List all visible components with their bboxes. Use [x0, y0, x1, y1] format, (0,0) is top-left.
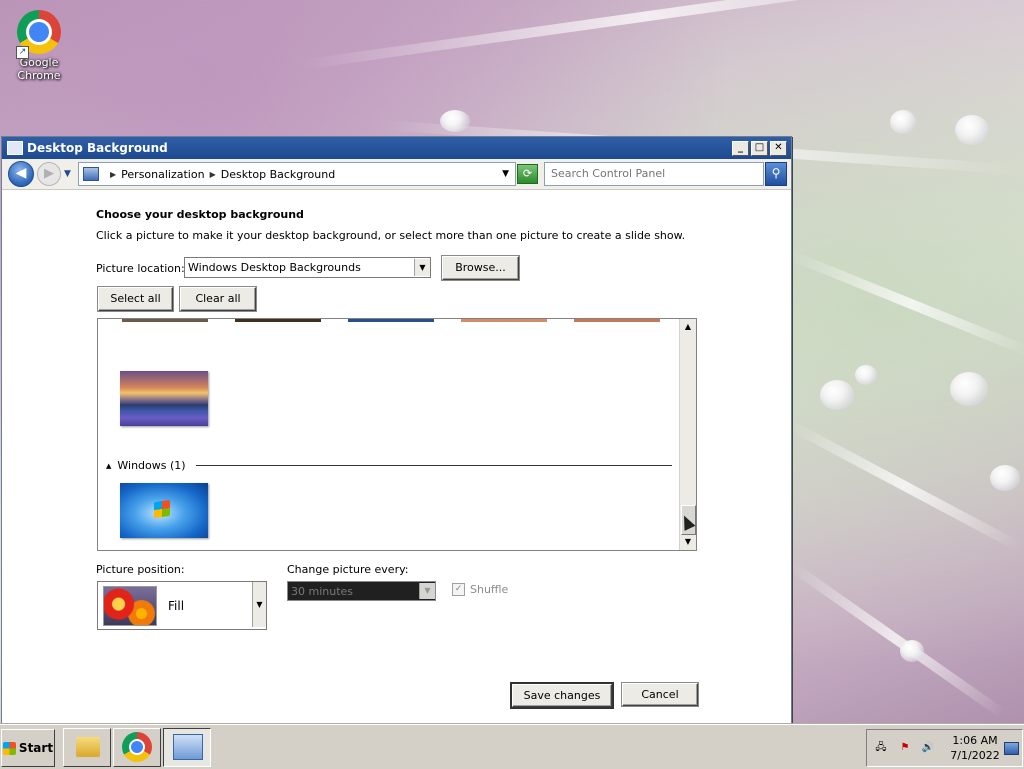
wallpaper-drop — [950, 372, 988, 406]
taskbar-chrome-button[interactable] — [113, 728, 161, 767]
thumbnail-partial[interactable] — [574, 319, 660, 322]
clock[interactable]: 1:06 AM 7/1/2022 — [947, 733, 1003, 763]
change-picture-value: 30 minutes — [291, 584, 354, 598]
search-field[interactable] — [544, 162, 764, 186]
browse-button[interactable]: Browse... — [442, 256, 519, 280]
wallpaper-drop — [440, 110, 470, 132]
wallpaper-streak — [299, 0, 994, 70]
checkbox-checked-icon[interactable]: ✓ — [452, 583, 465, 596]
desktop-icon-label: Google Chrome — [17, 56, 61, 82]
taskbar-explorer-button[interactable] — [63, 728, 111, 767]
breadcrumb[interactable]: ▶ Personalization ▶ Desktop Background ▼ — [78, 162, 516, 186]
control-panel-icon — [83, 167, 99, 181]
refresh-button[interactable]: ⟳ — [517, 164, 538, 184]
group-label: Windows (1) — [117, 459, 186, 472]
chevron-down-icon[interactable]: ▼ — [502, 169, 509, 179]
taskbar: Start 🖧 ⚑ 🔊 1:06 AM 7/1/2022 — [0, 724, 1024, 769]
search-input[interactable] — [545, 163, 757, 183]
wallpaper-drop — [820, 380, 854, 410]
forward-button[interactable]: ▶ — [37, 162, 61, 186]
folder-icon — [76, 737, 100, 757]
group-header-windows[interactable]: ▲ Windows (1) — [106, 459, 672, 472]
picture-position-label: Picture position: — [96, 563, 185, 576]
clock-time: 1:06 AM — [952, 734, 998, 747]
wallpaper-streak — [788, 250, 1024, 358]
window-title: Desktop Background — [27, 141, 168, 155]
chevron-down-icon[interactable]: ▼ — [414, 259, 430, 276]
wallpaper-drop — [990, 465, 1020, 491]
breadcrumb-personalization[interactable]: Personalization — [121, 168, 204, 181]
picture-location-select[interactable]: Windows Desktop Backgrounds ▼ — [184, 257, 431, 278]
scroll-up-icon[interactable]: ▲ — [680, 319, 696, 335]
collapse-icon[interactable]: ▲ — [106, 462, 111, 470]
chrome-icon — [122, 732, 152, 762]
picture-gallery: ▲ Windows (1) ▲ ▼ — [97, 318, 697, 551]
windows-logo-icon — [154, 499, 170, 519]
control-panel-icon — [7, 141, 23, 155]
volume-icon[interactable]: 🔊 — [921, 741, 935, 755]
start-button[interactable]: Start — [1, 729, 55, 767]
clock-date: 7/1/2022 — [950, 749, 1000, 762]
taskbar-control-panel-button[interactable] — [163, 728, 211, 767]
address-bar: ◀ ▶ ▼ ▶ Personalization ▶ Desktop Backgr… — [2, 159, 791, 190]
change-picture-label: Change picture every: — [287, 563, 409, 576]
picture-location-label: Picture location: — [96, 262, 185, 275]
wallpaper-drop — [900, 640, 924, 662]
wallpaper-streak — [787, 560, 1006, 719]
desktop-background-window: Desktop Background _ □ ✕ ◀ ▶ ▼ ▶ Persona… — [1, 136, 792, 724]
select-all-button[interactable]: Select all — [98, 287, 173, 311]
desktop-icon-google-chrome[interactable]: ↗ Google Chrome — [0, 6, 78, 82]
shuffle-checkbox[interactable]: ✓ Shuffle — [452, 583, 508, 596]
system-tray: 🖧 ⚑ 🔊 1:06 AM 7/1/2022 — [866, 729, 1023, 767]
thumbnail-lake-sunset[interactable] — [120, 371, 208, 426]
chevron-down-icon[interactable]: ▼ — [252, 582, 266, 627]
clear-all-button[interactable]: Clear all — [180, 287, 256, 311]
back-button[interactable]: ◀ — [8, 161, 34, 187]
shuffle-label: Shuffle — [470, 583, 509, 596]
control-panel-icon — [173, 734, 203, 760]
page-description: Click a picture to make it your desktop … — [96, 229, 686, 242]
main-content: Choose your desktop background Click a p… — [2, 190, 791, 723]
wallpaper-drop — [890, 110, 916, 134]
page-title: Choose your desktop background — [96, 208, 304, 221]
recent-pages-dropdown-icon[interactable]: ▼ — [64, 169, 74, 179]
wallpaper-drop — [955, 115, 989, 145]
chevron-down-icon[interactable]: ▼ — [419, 583, 435, 599]
thumbnail-partial[interactable] — [122, 319, 208, 322]
action-center-icon[interactable]: ⚑ — [898, 741, 912, 755]
shortcut-arrow-icon: ↗ — [16, 46, 29, 59]
change-picture-select[interactable]: 30 minutes ▼ — [287, 581, 436, 601]
search-icon[interactable]: ⚲ — [765, 162, 787, 186]
picture-position-value: Fill — [168, 599, 185, 613]
picture-location-value: Windows Desktop Backgrounds — [188, 261, 361, 274]
thumbnail-windows-7[interactable] — [120, 483, 208, 538]
title-bar[interactable]: Desktop Background _ □ ✕ — [2, 137, 791, 159]
breadcrumb-desktop-background[interactable]: Desktop Background — [221, 168, 336, 181]
network-icon[interactable]: 🖧 — [874, 741, 888, 755]
picture-position-select[interactable]: Fill ▼ — [97, 581, 267, 630]
show-desktop-icon[interactable] — [1004, 742, 1019, 755]
close-button[interactable]: ✕ — [770, 140, 787, 156]
chevron-right-icon[interactable]: ▶ — [110, 170, 116, 179]
windows-logo-icon — [2, 741, 16, 755]
minimize-button[interactable]: _ — [732, 140, 749, 156]
thumbnail-partial[interactable] — [348, 319, 434, 322]
save-changes-button[interactable]: Save changes — [512, 684, 612, 707]
chevron-right-icon[interactable]: ▶ — [210, 170, 216, 179]
thumbnail-partial[interactable] — [235, 319, 321, 322]
divider — [195, 465, 672, 466]
scroll-down-icon[interactable]: ▼ — [680, 534, 696, 550]
maximize-button[interactable]: □ — [751, 140, 768, 156]
wallpaper-drop — [855, 365, 877, 385]
cancel-button[interactable]: Cancel — [622, 683, 698, 706]
start-label: Start — [18, 741, 54, 755]
wallpaper-streak — [787, 420, 1022, 552]
position-preview-image — [103, 586, 157, 626]
thumbnail-partial[interactable] — [461, 319, 547, 322]
